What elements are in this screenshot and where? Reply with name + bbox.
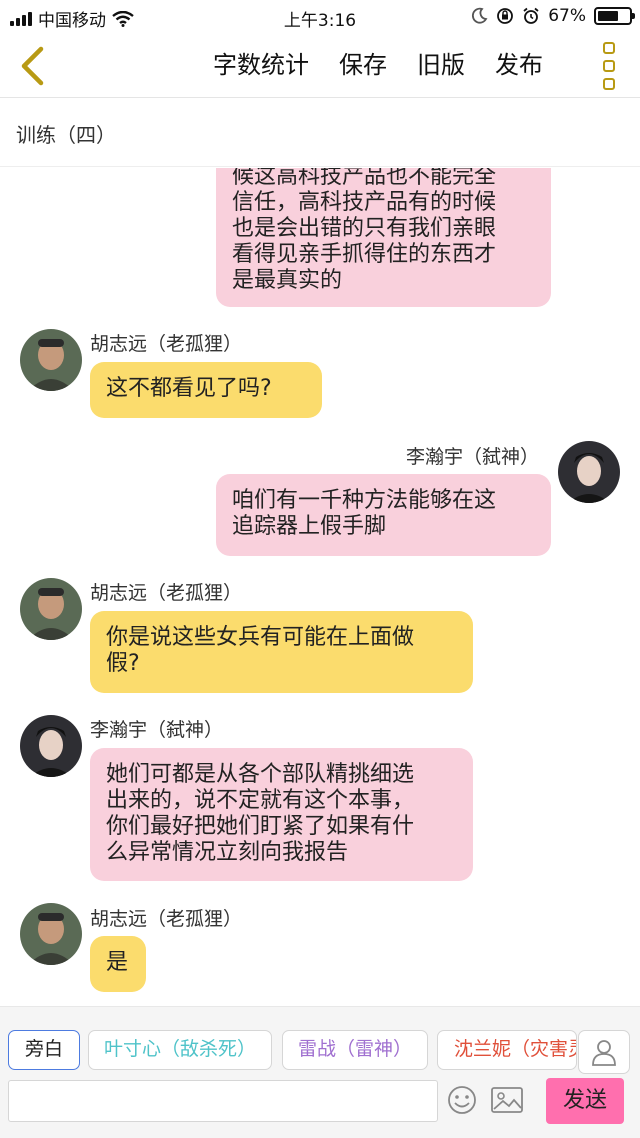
avatar-hu-zhiyuan[interactable] [20,903,82,965]
message-line: 你们最好把她们盯紧了如果有什 [106,814,415,839]
message-line: 看得见亲手抓得住的东西才 [232,242,497,267]
role-chip-label: 叶寸心（敌杀死） [103,1038,256,1060]
message-line: 信任，高科技产品有的时候 [232,190,497,215]
role-chip-label: 沈兰妮（灾害灵 [454,1038,577,1060]
old-version-button[interactable]: 旧版 [402,48,480,82]
nav-actions: 字数统计 保存 旧版 发布 [198,48,558,82]
message-bubble[interactable]: 候这高科技产品也不能完全 信任，高科技产品有的时候 也是会出错的只有我们亲眼 看… [216,168,551,307]
speaker-name: 胡志远（老孤狸） [90,333,243,355]
role-chip-narration[interactable]: 旁白 [8,1030,80,1070]
message-bubble[interactable]: 是 [90,936,146,992]
avatar-li-hanyu[interactable] [558,441,620,503]
message-line: 出来的，说不定就有这个本事， [106,788,415,813]
image-icon[interactable] [490,1084,524,1116]
message-line: 咱们有一千种方法能够在这 [232,488,497,513]
back-chevron-icon [21,46,44,86]
message-line: 假? [106,651,140,676]
emoji-icon[interactable] [446,1084,478,1116]
save-button[interactable]: 保存 [324,48,402,82]
speaker-name: 胡志远（老孤狸） [90,908,243,930]
person-icon[interactable] [578,1030,630,1074]
speaker-name: 李瀚宇（弑神） [406,446,540,468]
story-title-row[interactable]: 训练（四） [0,99,640,167]
message-line: 追踪器上假手脚 [232,514,387,539]
story-title: 训练（四） [16,123,116,147]
role-chip-label: 雷战（雷神） [297,1038,412,1060]
message-bubble[interactable]: 咱们有一千种方法能够在这 追踪器上假手脚 [216,474,551,556]
avatar-hu-zhiyuan[interactable] [20,578,82,640]
speaker-name: 李瀚宇（弑神） [90,719,224,741]
send-button[interactable]: 发送 [546,1078,624,1124]
alarm-icon [523,7,539,24]
status-right: 67% [470,6,635,26]
message-line: 是 [106,950,129,975]
status-bar: 中国移动 上午3:16 67% [0,0,640,34]
role-selector-bar: 旁白 叶寸心（敌杀死） 雷战（雷神） 沈兰妮（灾害灵 [0,1006,640,1078]
message-line: 也是会出错的只有我们亲眼 [232,216,497,241]
rotation-lock-icon [497,8,514,24]
word-count-button[interactable]: 字数统计 [198,48,324,82]
message-line: 是最真实的 [232,268,343,293]
speaker-name: 胡志远（老孤狸） [90,582,243,604]
role-chip-lei-zhan[interactable]: 雷战（雷神） [282,1030,428,1070]
message-bubble[interactable]: 这不都看见了吗? [90,362,322,418]
nav-bar: 字数统计 保存 旧版 发布 [0,34,640,98]
avatar-li-hanyu[interactable] [20,715,82,777]
role-chip-label: 旁白 [24,1038,63,1060]
message-input[interactable] [8,1080,438,1122]
message-line: 你是说这些女兵有可能在上面做 [106,625,415,650]
moon-icon [472,7,488,24]
battery-percent: 67% [548,6,586,26]
message-bubble[interactable]: 她们可都是从各个部队精挑细选 出来的，说不定就有这个本事， 你们最好把她们盯紧了… [90,748,473,881]
message-bubble[interactable]: 你是说这些女兵有可能在上面做 假? [90,611,473,693]
publish-button[interactable]: 发布 [480,48,558,82]
message-line: 这不都看见了吗? [106,376,272,401]
role-chip-shen-lanni[interactable]: 沈兰妮（灾害灵 [437,1030,577,1070]
chat-area[interactable]: 候这高科技产品也不能完全 信任，高科技产品有的时候 也是会出错的只有我们亲眼 看… [0,168,640,1006]
battery-icon [594,7,635,25]
message-line: 么异常情况立刻向我报告 [106,840,349,865]
back-button[interactable] [12,44,52,88]
avatar-hu-zhiyuan[interactable] [20,329,82,391]
message-line: 她们可都是从各个部队精挑细选 [106,762,415,787]
more-dots-icon[interactable] [596,42,622,90]
input-bar: 发送 [0,1078,640,1138]
message-line: 候这高科技产品也不能完全 [232,168,497,189]
role-chip-ye-cunxin[interactable]: 叶寸心（敌杀死） [88,1030,272,1070]
